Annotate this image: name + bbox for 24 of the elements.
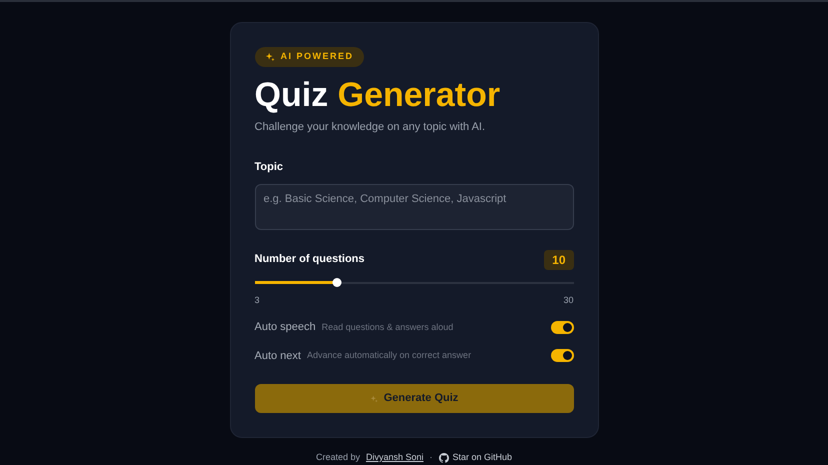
questions-count: 10 — [544, 250, 574, 270]
toggle-label: Auto next — [254, 348, 301, 364]
badge-text: AI POWERED — [280, 50, 354, 63]
slider-thumb[interactable] — [332, 278, 342, 287]
topic-field[interactable]: e.g. Basic Science, Computer Science, Javascript — [254, 184, 574, 230]
toggle-hint: Advance automatically on correct answer — [306, 349, 472, 362]
slider-min: 3 — [254, 294, 260, 306]
footer-separator: · — [430, 451, 433, 464]
author-link[interactable]: Divyansh Soni — [366, 451, 424, 464]
toggle-switch[interactable] — [550, 349, 574, 362]
toggle-switch[interactable] — [550, 320, 574, 334]
subtitle: Challenge your knowledge on any topic with AI. — [254, 120, 486, 134]
sparkle-icon — [264, 52, 274, 62]
toggle-hint: Read questions & answers aloud — [322, 320, 454, 334]
footer-credit: Created by — [316, 451, 360, 464]
github-link[interactable]: Star on GitHub — [438, 451, 512, 464]
questions-label: Number of questions — [254, 252, 365, 268]
sparkle-icon — [370, 394, 378, 402]
questions-slider[interactable] — [254, 278, 574, 288]
slider-max: 30 — [563, 294, 574, 306]
toggle-label: Auto speech — [254, 320, 316, 335]
topic-label: Topic — [254, 160, 284, 175]
page-title: Quiz Generator — [254, 74, 502, 114]
github-icon — [438, 452, 449, 463]
